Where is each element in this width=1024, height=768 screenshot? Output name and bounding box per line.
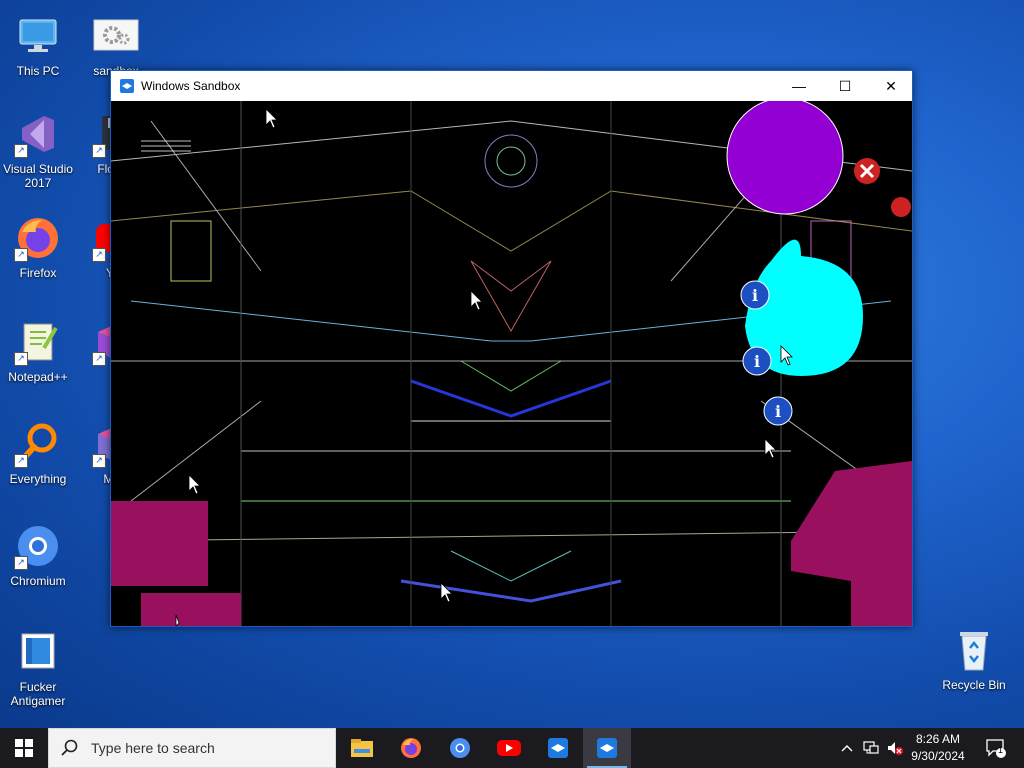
desktop-icon-firefox[interactable]: ↗ Firefox bbox=[0, 214, 76, 280]
taskbar-chromium[interactable] bbox=[436, 728, 484, 768]
search-placeholder: Type here to search bbox=[91, 740, 215, 756]
window-titlebar[interactable]: Windows Sandbox — ☐ ✕ bbox=[111, 71, 912, 101]
info-icon: i bbox=[742, 346, 772, 376]
desktop-icon-label: Visual Studio 2017 bbox=[3, 162, 73, 190]
desktop-icon-recycle-bin[interactable]: Recycle Bin bbox=[936, 626, 1012, 692]
taskbar-youtube[interactable] bbox=[485, 728, 533, 768]
firefox-icon: ↗ bbox=[14, 214, 62, 262]
sandbox-display[interactable]: i i i bbox=[111, 101, 912, 626]
gear-icon bbox=[92, 12, 140, 60]
start-button[interactable] bbox=[0, 728, 48, 768]
windows-logo-icon bbox=[15, 739, 33, 757]
desktop-icon-label: Everything bbox=[9, 472, 67, 486]
close-button[interactable]: ✕ bbox=[868, 71, 914, 101]
error-icon bbox=[891, 197, 911, 217]
desktop-icon-chromium[interactable]: ↗ Chromium bbox=[0, 522, 76, 588]
chevron-up-icon bbox=[841, 745, 853, 752]
desktop: This PC ↗ Visual Studio 2017 ↗ Firefox ↗… bbox=[0, 0, 1024, 728]
desktop-icon-label: Recycle Bin bbox=[942, 678, 1006, 692]
taskbar: Type here to search 8:26 AM 9/30/2024 1 bbox=[0, 728, 1024, 768]
shortcut-arrow-icon: ↗ bbox=[14, 454, 28, 468]
volume-muted-icon bbox=[888, 742, 903, 755]
desktop-icon-fucker-antigamer[interactable]: Fucker Antigamer bbox=[0, 628, 76, 708]
chromium-icon bbox=[450, 738, 470, 758]
purple-circle bbox=[726, 101, 844, 215]
svg-text:i: i bbox=[754, 352, 760, 371]
desktop-icon-label: Chromium bbox=[10, 574, 66, 588]
sandbox-icon bbox=[597, 738, 617, 758]
file-explorer-icon bbox=[351, 739, 373, 757]
shortcut-arrow-icon: ↗ bbox=[92, 248, 106, 262]
shortcut-arrow-icon: ↗ bbox=[14, 248, 28, 262]
shortcut-arrow-icon: ↗ bbox=[92, 352, 106, 366]
magenta-block bbox=[141, 593, 241, 626]
shortcut-arrow-icon: ↗ bbox=[92, 144, 106, 158]
desktop-icon-label: Notepad++ bbox=[8, 370, 68, 384]
recycle-bin-icon bbox=[950, 626, 998, 674]
glitch-screen-art: i i i bbox=[111, 101, 912, 626]
error-icon bbox=[854, 158, 880, 184]
minimize-button[interactable]: — bbox=[776, 71, 822, 101]
magnifier-icon: ↗ bbox=[14, 420, 62, 468]
taskbar-sandbox[interactable] bbox=[534, 728, 582, 768]
clock-time: 8:26 AM bbox=[915, 732, 961, 746]
info-icon: i bbox=[740, 280, 770, 310]
document-icon bbox=[14, 628, 62, 676]
taskbar-file-explorer[interactable] bbox=[338, 728, 386, 768]
shortcut-arrow-icon: ↗ bbox=[14, 144, 28, 158]
window-title: Windows Sandbox bbox=[141, 79, 241, 93]
taskbar-sandbox-running[interactable] bbox=[583, 728, 631, 768]
notification-count-badge: 1 bbox=[998, 745, 1004, 755]
magenta-block bbox=[111, 501, 208, 586]
svg-text:i: i bbox=[775, 402, 781, 421]
svg-text:i: i bbox=[752, 286, 758, 305]
volume-icon-button[interactable] bbox=[884, 728, 906, 768]
monitor-icon bbox=[14, 12, 62, 60]
notification-icon bbox=[986, 739, 1006, 758]
desktop-icon-notepadpp[interactable]: ↗ Notepad++ bbox=[0, 318, 76, 384]
desktop-icon-label: Firefox bbox=[19, 266, 57, 280]
clock[interactable]: 8:26 AM 9/30/2024 bbox=[905, 731, 971, 765]
visual-studio-icon: ↗ bbox=[14, 110, 62, 158]
desktop-icon-this-pc[interactable]: This PC bbox=[0, 12, 76, 78]
desktop-icon-everything[interactable]: ↗ Everything bbox=[0, 420, 76, 486]
desktop-icon-label: Fucker Antigamer bbox=[10, 680, 66, 708]
youtube-icon bbox=[497, 740, 521, 756]
desktop-icon-visual-studio[interactable]: ↗ Visual Studio 2017 bbox=[0, 110, 76, 190]
sandbox-window[interactable]: Windows Sandbox — ☐ ✕ i i i bbox=[110, 70, 913, 627]
shortcut-arrow-icon: ↗ bbox=[14, 556, 28, 570]
sandbox-icon bbox=[119, 78, 135, 94]
sandbox-icon bbox=[548, 738, 568, 758]
clock-date: 9/30/2024 bbox=[911, 749, 965, 763]
show-hidden-icons-button[interactable] bbox=[838, 728, 856, 768]
info-icon: i bbox=[763, 396, 793, 426]
desktop-icon-label: This PC bbox=[16, 64, 60, 78]
search-box[interactable]: Type here to search bbox=[48, 728, 336, 768]
search-icon bbox=[61, 739, 78, 756]
maximize-button[interactable]: ☐ bbox=[822, 71, 868, 101]
network-icon-button[interactable] bbox=[860, 728, 882, 768]
action-center-button[interactable]: 1 bbox=[976, 728, 1016, 768]
notepadpp-icon: ↗ bbox=[14, 318, 62, 366]
taskbar-firefox[interactable] bbox=[387, 728, 435, 768]
shortcut-arrow-icon: ↗ bbox=[14, 352, 28, 366]
desktop-icon-sandbox[interactable]: sandbox bbox=[78, 12, 154, 78]
shortcut-arrow-icon: ↗ bbox=[92, 454, 106, 468]
network-icon bbox=[863, 741, 879, 754]
chromium-icon: ↗ bbox=[14, 522, 62, 570]
firefox-icon bbox=[401, 738, 421, 758]
